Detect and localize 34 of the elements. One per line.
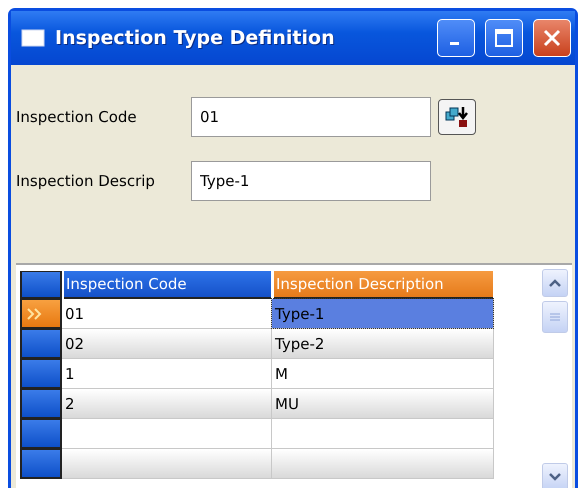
scroll-thumb[interactable]	[542, 301, 568, 333]
table-cell[interactable]: MU	[272, 389, 494, 419]
table-cell[interactable]	[62, 449, 272, 479]
window-title: Inspection Type Definition	[55, 27, 336, 49]
scroll-up-button[interactable]	[542, 269, 568, 297]
table-cell[interactable]: Type-1	[272, 299, 494, 329]
table-cell[interactable]: 02	[62, 329, 272, 359]
header-selector	[20, 271, 62, 299]
field-label: Inspection Descrip	[16, 172, 156, 190]
minimize-button[interactable]	[437, 19, 475, 57]
maximize-icon	[494, 28, 514, 48]
lookup-button[interactable]	[438, 99, 476, 135]
minimize-icon	[450, 42, 458, 44]
text-field[interactable]: 01	[191, 97, 431, 137]
row-selector[interactable]	[20, 299, 62, 329]
table-cell[interactable]: 1	[62, 359, 272, 389]
lookup-icon	[444, 104, 470, 130]
chevron-down-icon	[548, 472, 562, 482]
field-label: Inspection Code	[16, 108, 138, 126]
column-header[interactable]: Inspection Code	[64, 271, 271, 299]
table-cell[interactable]	[62, 419, 272, 449]
table-cell[interactable]: Type-2	[272, 329, 494, 359]
table-cell[interactable]	[272, 419, 494, 449]
chevron-up-icon	[548, 278, 562, 288]
text-field[interactable]: Type-1	[191, 161, 431, 201]
table-cell[interactable]: 01	[62, 299, 272, 329]
table-cell[interactable]	[272, 449, 494, 479]
window-icon	[21, 29, 45, 47]
close-icon	[542, 28, 562, 48]
scroll-down-button[interactable]	[542, 463, 568, 488]
table-cell[interactable]: 2	[62, 389, 272, 419]
close-button[interactable]	[533, 19, 571, 57]
maximize-button[interactable]	[485, 19, 523, 57]
table-cell[interactable]: M	[272, 359, 494, 389]
